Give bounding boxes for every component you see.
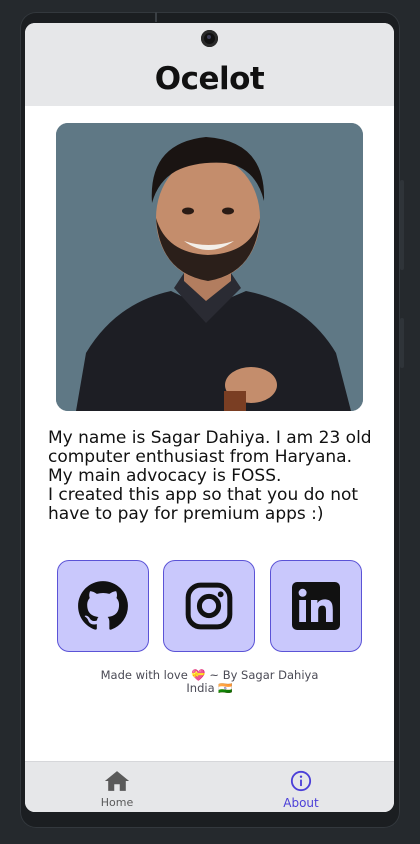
linkedin-icon xyxy=(292,582,340,630)
nav-about-label: About xyxy=(283,796,319,810)
frame-detail xyxy=(155,12,157,22)
bio-paragraph: My name is Sagar Dahiya. I am 23 old com… xyxy=(48,428,372,486)
app-title: Ocelot xyxy=(154,61,265,97)
footer-credit: Made with love 💝 ~ By Sagar Dahiya India… xyxy=(25,669,394,695)
front-camera xyxy=(201,30,218,47)
side-button xyxy=(400,180,404,270)
home-icon xyxy=(104,771,130,791)
nav-home[interactable]: Home xyxy=(57,770,177,809)
side-button xyxy=(400,318,404,368)
bio-paragraph: I created this app so that you do not ha… xyxy=(48,485,359,524)
instagram-button[interactable] xyxy=(163,560,255,652)
profile-photo xyxy=(56,123,363,411)
nav-about[interactable]: About xyxy=(241,770,361,810)
linkedin-button[interactable] xyxy=(270,560,362,652)
github-icon xyxy=(78,581,128,630)
nav-home-label: Home xyxy=(100,796,134,809)
github-button[interactable] xyxy=(57,560,149,652)
info-icon xyxy=(290,770,312,792)
profile-photo-illustration xyxy=(56,123,363,411)
bio-text: My name is Sagar Dahiya. I am 23 old com… xyxy=(48,429,378,524)
app-header: Ocelot xyxy=(25,23,394,106)
instagram-icon xyxy=(185,582,233,630)
social-links xyxy=(57,560,363,652)
bottom-navigation: Home About xyxy=(25,761,394,812)
app-screen: Ocelot My name is Sagar Dahiya. I am 23 … xyxy=(25,23,394,812)
footer-line: India 🇮🇳 xyxy=(186,681,233,695)
